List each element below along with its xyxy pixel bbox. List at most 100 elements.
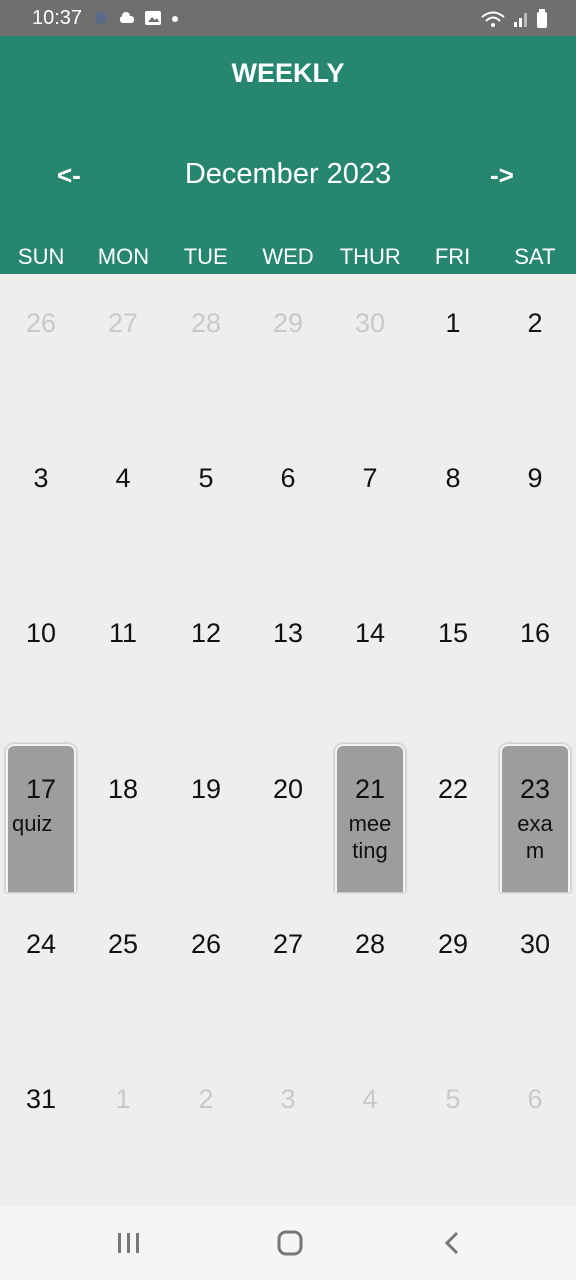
day-number: 3 [280,1084,296,1114]
day-cell[interactable]: 30 [494,895,576,1050]
day-cell[interactable]: 7 [329,429,411,584]
wifi-icon [481,11,505,27]
day-cell[interactable]: 18 [82,740,164,895]
day-cell[interactable]: 16 [494,584,576,739]
day-cell[interactable]: 6 [494,1050,576,1205]
day-cell[interactable]: 5 [165,429,247,584]
day-cell[interactable]: 25 [82,895,164,1050]
day-cell[interactable]: 27 [82,274,164,429]
day-cell[interactable]: 22 [412,740,494,895]
day-cell[interactable]: 27 [247,895,329,1050]
week-row: 10 11 12 13 14 15 16 [0,584,576,739]
day-number: 17 [25,774,57,804]
day-cell[interactable]: 19 [165,740,247,895]
weekday-label: WED [262,244,314,269]
day-number: 30 [354,308,386,338]
home-icon[interactable] [270,1229,310,1259]
event-label: mee ting [348,811,392,863]
day-cell[interactable]: 10 [0,584,82,739]
weekday-label: TUE [183,244,228,269]
weekday-label: SUN [17,244,65,269]
day-cell[interactable]: 20 [247,740,329,895]
day-cell[interactable]: 4 [82,429,164,584]
day-number: 2 [198,1084,214,1114]
day-cell[interactable]: 2 [494,274,576,429]
day-number: 14 [354,618,386,648]
day-number: 22 [437,774,469,804]
day-cell-with-event[interactable]: 23 exa m [494,740,576,895]
day-cell[interactable]: 28 [165,274,247,429]
status-time: 10:37 [32,7,83,29]
day-cell[interactable]: 4 [329,1050,411,1205]
page-title: WEEKLY [231,58,345,88]
day-number: 2 [527,308,543,338]
day-cell[interactable]: 30 [329,274,411,429]
signal-icon [514,13,527,27]
day-number: 11 [108,618,138,648]
dot-icon [172,16,178,22]
day-cell-with-event[interactable]: 17 quiz [0,740,82,895]
app-icon [95,12,107,24]
day-number: 25 [107,929,139,959]
day-number: 7 [362,463,378,493]
day-number: 15 [437,618,469,648]
calendar-grid: 26 27 28 29 30 1 2 3 4 5 6 7 8 9 10 11 12 13 14 15 16 17 quiz 1… [0,274,576,1206]
day-number: 10 [25,618,57,648]
battery-icon [537,9,547,28]
weekday-label: FRI [434,244,471,269]
day-cell[interactable]: 8 [412,429,494,584]
day-cell[interactable]: 12 [165,584,247,739]
day-cell[interactable]: 3 [0,429,82,584]
day-cell[interactable]: 3 [247,1050,329,1205]
day-number: 31 [25,1084,57,1114]
system-nav-bar [0,1206,576,1280]
day-cell[interactable]: 1 [412,274,494,429]
day-number: 20 [272,774,304,804]
day-cell[interactable]: 14 [329,584,411,739]
day-cell[interactable]: 15 [412,584,494,739]
day-number: 19 [190,774,222,804]
day-number: 4 [115,463,131,493]
back-icon[interactable] [432,1229,472,1259]
cloud-icon [120,12,134,23]
day-number: 6 [527,1084,543,1114]
event-label: quiz [12,811,53,836]
week-row: 24 25 26 27 28 29 30 [0,895,576,1050]
day-cell[interactable]: 13 [247,584,329,739]
day-cell[interactable]: 11 [82,584,164,739]
next-month-button[interactable]: -> [490,160,514,191]
day-cell[interactable]: 26 [165,895,247,1050]
day-number: 24 [25,929,57,959]
day-cell[interactable]: 24 [0,895,82,1050]
day-number: 9 [527,463,543,493]
day-number: 3 [33,463,49,493]
weekday-label: SAT [514,244,556,269]
day-number: 6 [280,463,296,493]
day-number: 4 [362,1084,378,1114]
day-number: 21 [354,774,386,804]
day-cell[interactable]: 31 [0,1050,82,1205]
image-icon [145,11,161,25]
day-number: 23 [519,774,551,804]
day-cell[interactable]: 29 [247,274,329,429]
weekday-label: THUR [339,244,401,269]
day-number: 16 [519,618,551,648]
day-cell[interactable]: 6 [247,429,329,584]
day-number: 28 [190,308,222,338]
day-number: 27 [107,308,139,338]
day-cell[interactable]: 29 [412,895,494,1050]
day-number: 5 [445,1084,461,1114]
day-cell[interactable]: 9 [494,429,576,584]
day-number: 29 [437,929,469,959]
day-cell[interactable]: 28 [329,895,411,1050]
day-cell[interactable]: 5 [412,1050,494,1205]
day-cell-with-event[interactable]: 21 mee ting [329,740,411,895]
day-number: 30 [519,929,551,959]
day-cell[interactable]: 2 [165,1050,247,1205]
day-number: 12 [190,618,222,648]
day-cell[interactable]: 26 [0,274,82,429]
status-icons-right [480,9,548,29]
day-number: 8 [445,463,461,493]
recents-icon[interactable] [108,1229,148,1259]
day-cell[interactable]: 1 [82,1050,164,1205]
